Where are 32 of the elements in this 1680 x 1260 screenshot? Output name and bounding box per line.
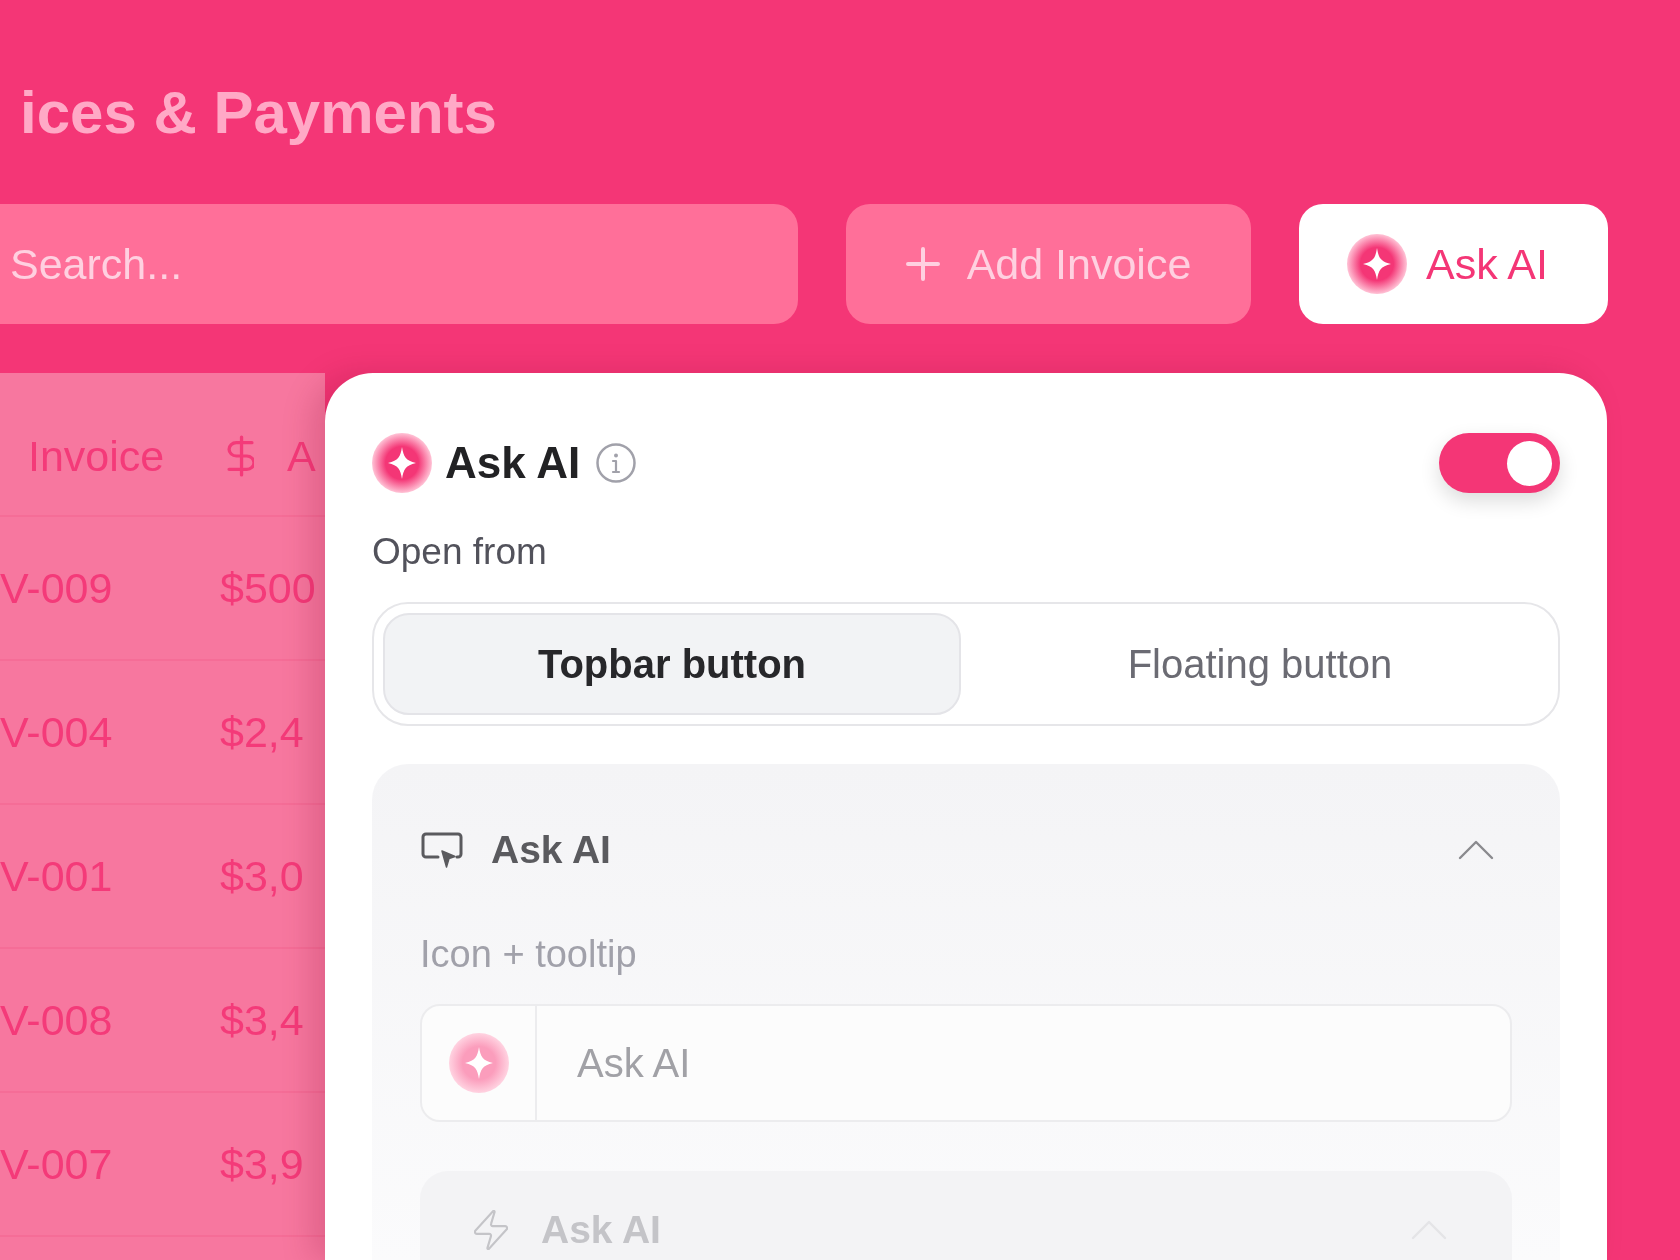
plus-icon bbox=[905, 247, 940, 281]
table-cell-text: V-001 bbox=[0, 850, 114, 902]
info-icon[interactable] bbox=[596, 443, 637, 483]
page-title: ices & Payments bbox=[20, 78, 497, 148]
ask-ai-button[interactable]: Ask AI bbox=[1299, 204, 1608, 324]
card-title: Ask AI bbox=[491, 826, 611, 873]
toggle-knob bbox=[1507, 440, 1552, 486]
sparkle-icon bbox=[1347, 234, 1407, 294]
lightning-icon bbox=[474, 1210, 508, 1250]
segment-option[interactable]: Floating button bbox=[971, 613, 1549, 715]
chevron-up-icon[interactable] bbox=[1458, 840, 1494, 860]
sparkle-icon bbox=[372, 433, 432, 493]
open-from-label: Open from bbox=[372, 530, 548, 574]
segment-option[interactable]: Topbar button bbox=[383, 613, 961, 715]
panel-title: Ask AI bbox=[445, 437, 581, 489]
table-cell-text: $3,9 bbox=[220, 1138, 304, 1190]
table-cell-text: $500 bbox=[220, 562, 316, 614]
style-label: Icon + tooltip bbox=[420, 932, 638, 976]
search-field[interactable]: Search... bbox=[0, 204, 798, 324]
table-cell-text: V-004 bbox=[0, 706, 114, 758]
table-cell-text: V-008 bbox=[0, 994, 114, 1046]
add-invoice-button[interactable]: Add Invoice bbox=[846, 204, 1251, 324]
table-cell-text: $2,4 bbox=[220, 706, 304, 758]
table-cell-text: $3,0 bbox=[220, 850, 304, 902]
monitor-cursor-icon bbox=[420, 830, 464, 870]
table-cell-text: V-007 bbox=[0, 1138, 114, 1190]
sparkle-icon bbox=[448, 1033, 509, 1093]
table-cell-text: V-009 bbox=[0, 562, 114, 614]
dollar-sign-icon bbox=[227, 435, 254, 477]
toggle-switch[interactable] bbox=[1439, 433, 1560, 493]
tooltip-input[interactable]: Ask AI bbox=[420, 1004, 1512, 1122]
table-cell-text: $3,4 bbox=[220, 994, 304, 1046]
